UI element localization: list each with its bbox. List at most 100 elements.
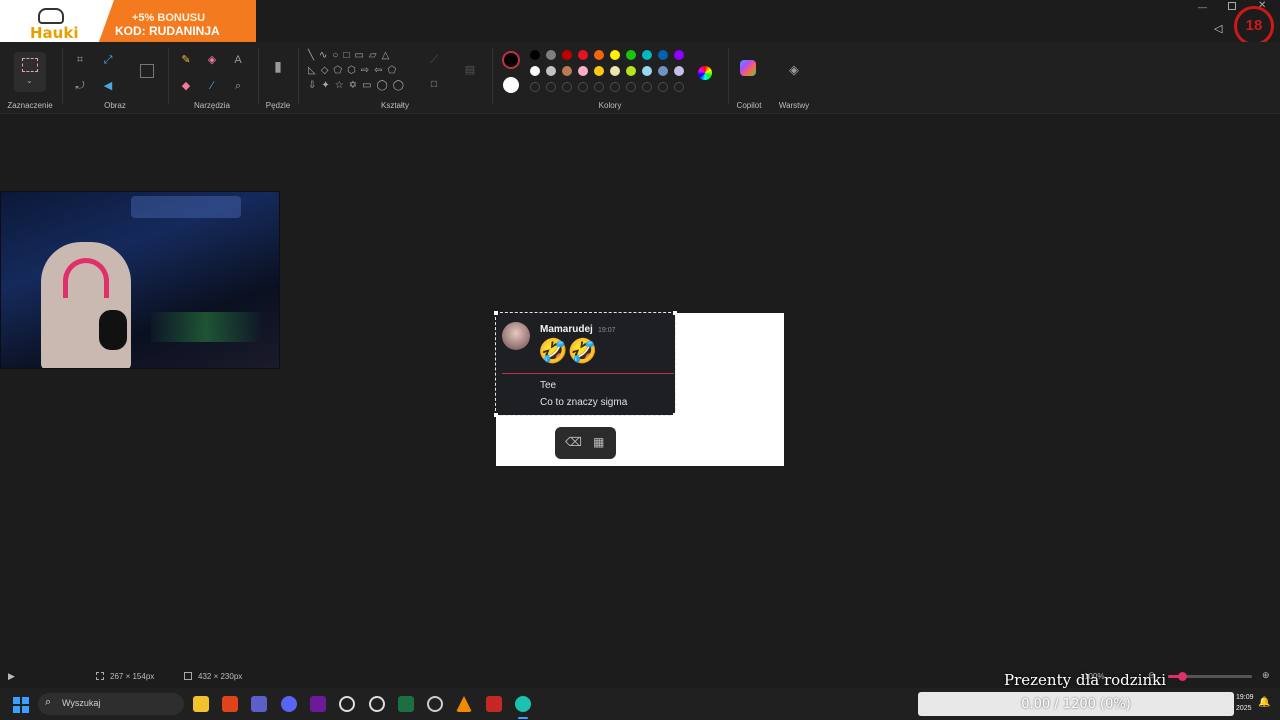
custom-color-slot[interactable] — [658, 82, 668, 92]
group-label-copilot: Copilot — [736, 101, 762, 110]
microphone — [99, 310, 127, 350]
layers-group: ◈ Warstwy — [772, 42, 816, 114]
custom-color-slot[interactable] — [610, 82, 620, 92]
windows-start-icon[interactable] — [13, 697, 29, 713]
color-swatch[interactable] — [530, 66, 540, 76]
excel-icon[interactable] — [398, 696, 414, 712]
color-swatch[interactable] — [578, 50, 588, 60]
shapes-gallery[interactable]: ╲∿○□▭▱△ ◺◇⬠⬡⇨⇦⬠ ⇩✦☆✡▭◯◯ — [308, 48, 412, 96]
rotate-icon[interactable]: ⤾ — [72, 78, 88, 94]
custom-color-slot[interactable] — [530, 82, 540, 92]
layers-icon[interactable]: ◈ — [786, 62, 802, 78]
color-swatch[interactable] — [578, 66, 588, 76]
brush-icon[interactable]: ▮ — [270, 58, 286, 74]
copilot-group: Copilot — [730, 42, 768, 114]
zoom-slider-thumb[interactable] — [1178, 672, 1187, 681]
color-picker-icon[interactable]: ⁄ — [204, 78, 220, 94]
taskbar-search[interactable]: ⌕ Wyszukaj — [38, 693, 184, 715]
brushes-group: ▮ Pędzle — [260, 42, 296, 114]
kick-app-icon[interactable] — [310, 696, 326, 712]
shape-layout-icon[interactable]: ▤ — [462, 62, 478, 78]
color-swatch[interactable] — [642, 66, 652, 76]
resize-handle[interactable] — [494, 311, 498, 315]
paint-icon[interactable] — [515, 696, 531, 712]
logitech-icon[interactable] — [339, 696, 355, 712]
color-swatch[interactable] — [658, 66, 668, 76]
headset — [63, 258, 109, 298]
primary-color[interactable] — [502, 51, 520, 69]
crop-icon[interactable]: ⌗ — [72, 52, 88, 68]
color-swatch[interactable] — [610, 50, 620, 60]
obs-icon[interactable] — [427, 696, 443, 712]
zoom-slider[interactable] — [1168, 672, 1252, 681]
magnifier-icon[interactable]: ⌕ — [230, 78, 246, 94]
promo-code: KOD: RUDANINJA — [115, 24, 220, 38]
color-swatch[interactable] — [674, 50, 684, 60]
custom-color-slot[interactable] — [562, 82, 572, 92]
flip-icon[interactable]: ◀ — [100, 78, 116, 94]
selection-tool-button[interactable]: ⌄ — [14, 52, 46, 92]
shapes-row-3: ⇩✦☆✡▭◯◯ — [308, 80, 409, 91]
color-swatch[interactable] — [546, 50, 556, 60]
color-swatch[interactable] — [546, 66, 556, 76]
custom-color-slot[interactable] — [674, 82, 684, 92]
group-label-tools: Narzędzia — [193, 101, 230, 110]
color-swatch[interactable] — [610, 66, 620, 76]
selection-size-icon — [96, 672, 104, 680]
resize-handle[interactable] — [673, 413, 677, 417]
color-swatch[interactable] — [658, 50, 668, 60]
color-swatch[interactable] — [594, 66, 604, 76]
color-swatch[interactable] — [626, 66, 636, 76]
resize-handle[interactable] — [494, 413, 498, 417]
color-swatch[interactable] — [562, 66, 572, 76]
resize-handle[interactable] — [673, 311, 677, 315]
color-swatch[interactable] — [530, 50, 540, 60]
secondary-color[interactable] — [503, 77, 519, 93]
colors-group: Kolory — [494, 42, 726, 114]
resize-icon[interactable]: ⤢ — [100, 52, 116, 68]
pencil-icon[interactable]: ✎ — [178, 52, 194, 68]
outline-icon[interactable]: ⟋ — [426, 52, 442, 68]
notification-icon[interactable]: 🔔 — [1258, 697, 1270, 708]
steam-icon[interactable] — [369, 696, 385, 712]
maximize-button[interactable] — [1228, 2, 1236, 10]
shape-fill-icon[interactable]: ◘ — [426, 76, 442, 92]
text-icon[interactable]: A — [230, 52, 246, 68]
custom-color-slot[interactable] — [578, 82, 588, 92]
discord-icon[interactable] — [281, 696, 297, 712]
chat-emoji: 🤣🤣 — [538, 338, 598, 365]
gift-progress-bar: 0.00 / 1200 (0%) — [918, 692, 1234, 716]
generative-erase-icon[interactable]: ▦ — [593, 435, 604, 449]
teams-icon[interactable] — [251, 696, 267, 712]
color-swatch[interactable] — [674, 66, 684, 76]
minimize-button[interactable]: — — [1198, 2, 1208, 12]
group-label-layers: Warstwy — [778, 101, 810, 110]
app-red-icon[interactable] — [486, 696, 502, 712]
custom-color-slot[interactable] — [546, 82, 556, 92]
chat-username: Mamarudej — [540, 324, 593, 335]
vlc-icon[interactable] — [456, 696, 472, 712]
custom-color-slot[interactable] — [626, 82, 636, 92]
color-swatch[interactable] — [626, 50, 636, 60]
chevron-down-icon: ⌄ — [26, 76, 33, 85]
remove-background-icon[interactable]: ⌫ — [565, 435, 582, 449]
eraser-icon[interactable]: ◆ — [178, 78, 194, 94]
select-all-icon[interactable] — [140, 64, 154, 78]
shapes-group: ╲∿○□▭▱△ ◺◇⬠⬡⇨⇦⬠ ⇩✦☆✡▭◯◯ ⟋ ◘ ▤ Kształty — [300, 42, 490, 114]
fill-icon[interactable]: ◈ — [204, 52, 220, 68]
zoom-in-icon[interactable]: ⊕ — [1262, 670, 1270, 681]
pointer-icon: ▶ — [8, 671, 15, 681]
color-palette — [530, 50, 690, 98]
file-explorer-icon[interactable] — [193, 696, 209, 712]
edit-colors-icon[interactable] — [698, 66, 712, 80]
image-group: ⌗ ⤢ ⤾ ◀ Obraz — [64, 42, 166, 114]
color-swatch[interactable] — [562, 50, 572, 60]
custom-color-slot[interactable] — [594, 82, 604, 92]
color-swatch[interactable] — [594, 50, 604, 60]
copilot-icon[interactable] — [740, 60, 756, 76]
share-icon[interactable]: ◁ — [1214, 22, 1222, 35]
color-swatch[interactable] — [642, 50, 652, 60]
custom-color-slot[interactable] — [642, 82, 652, 92]
brave-icon[interactable] — [222, 696, 238, 712]
pasted-selection[interactable]: Mamarudej 19:07 🤣🤣 Tee Co to znaczy sigm… — [494, 311, 677, 417]
